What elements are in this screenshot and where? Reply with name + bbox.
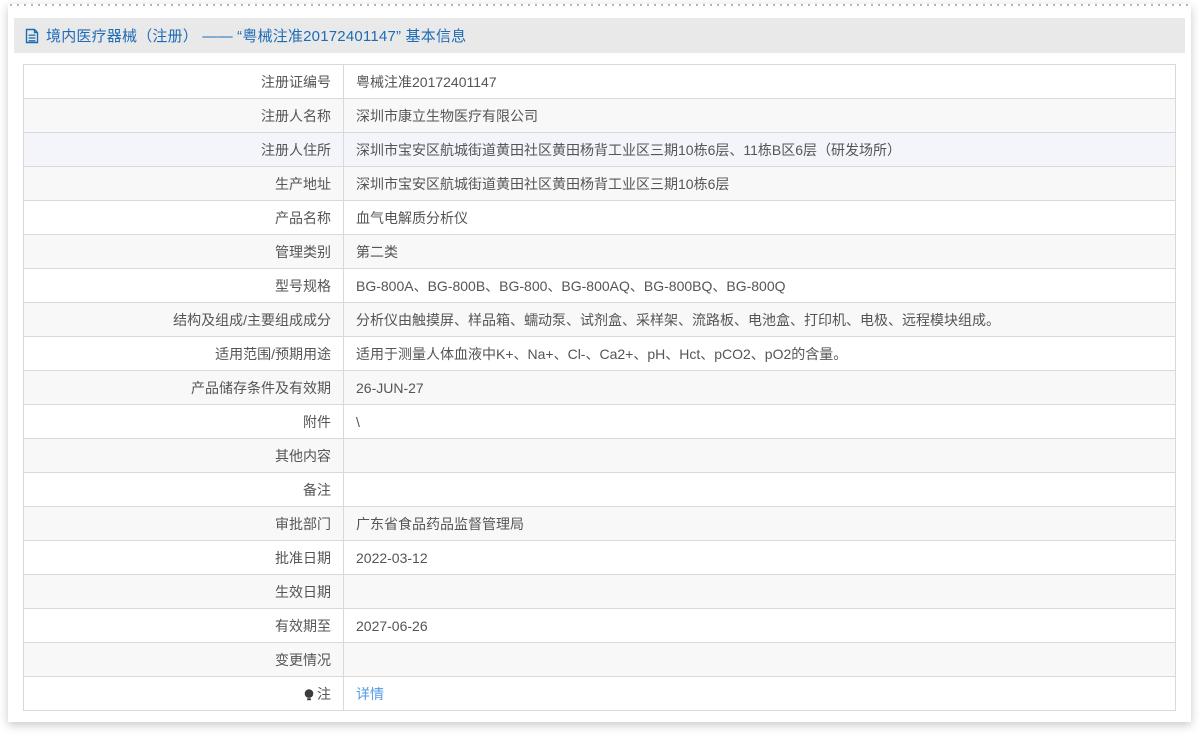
row-value: \: [344, 405, 1176, 439]
row-label: 有效期至: [24, 609, 344, 643]
row-value: [344, 473, 1176, 507]
table-row: 生效日期: [24, 575, 1176, 609]
dotted-top-border: [10, 4, 1189, 6]
row-label: 审批部门: [24, 507, 344, 541]
row-label: 批准日期: [24, 541, 344, 575]
table-row: 适用范围/预期用途 适用于测量人体血液中K+、Na+、Cl-、Ca2+、pH、H…: [24, 337, 1176, 371]
row-label: 附件: [24, 405, 344, 439]
row-label: 备注: [24, 473, 344, 507]
table-row: 产品储存条件及有效期 26-JUN-27: [24, 371, 1176, 405]
row-label: 其他内容: [24, 439, 344, 473]
table-row-note: 注 详情: [24, 677, 1176, 711]
row-value: 详情: [344, 677, 1176, 711]
table-row: 注册人名称 深圳市康立生物医疗有限公司: [24, 99, 1176, 133]
row-label: 型号规格: [24, 269, 344, 303]
row-label: 生产地址: [24, 167, 344, 201]
row-label: 结构及组成/主要组成成分: [24, 303, 344, 337]
row-label: 产品储存条件及有效期: [24, 371, 344, 405]
table-row: 备注: [24, 473, 1176, 507]
row-label: 变更情况: [24, 643, 344, 677]
row-value: [344, 575, 1176, 609]
row-value: 深圳市宝安区航城街道黄田社区黄田杨背工业区三期10栋6层、11栋B区6层（研发场…: [344, 133, 1176, 167]
table-row: 有效期至 2027-06-26: [24, 609, 1176, 643]
row-label: 注册人名称: [24, 99, 344, 133]
row-value: 广东省食品药品监督管理局: [344, 507, 1176, 541]
row-label: 生效日期: [24, 575, 344, 609]
row-value: [344, 643, 1176, 677]
table-row: 产品名称 血气电解质分析仪: [24, 201, 1176, 235]
row-value: 26-JUN-27: [344, 371, 1176, 405]
table-row: 附件 \: [24, 405, 1176, 439]
table-row: 变更情况: [24, 643, 1176, 677]
registration-info-table: 注册证编号 粤械注准20172401147 注册人名称 深圳市康立生物医疗有限公…: [23, 64, 1176, 711]
table-row: 生产地址 深圳市宝安区航城街道黄田社区黄田杨背工业区三期10栋6层: [24, 167, 1176, 201]
table-row: 结构及组成/主要组成成分 分析仪由触摸屏、样品箱、蠕动泵、试剂盒、采样架、流路板…: [24, 303, 1176, 337]
row-value: 分析仪由触摸屏、样品箱、蠕动泵、试剂盒、采样架、流路板、电池盒、打印机、电极、远…: [344, 303, 1176, 337]
row-label: 管理类别: [24, 235, 344, 269]
row-label: 注册人住所: [24, 133, 344, 167]
row-value: 深圳市宝安区航城街道黄田社区黄田杨背工业区三期10栋6层: [344, 167, 1176, 201]
header-bar: 境内医疗器械（注册） —— “粤械注准20172401147” 基本信息: [14, 18, 1185, 53]
table-row: 型号规格 BG-800A、BG-800B、BG-800、BG-800AQ、BG-…: [24, 269, 1176, 303]
row-value: 2022-03-12: [344, 541, 1176, 575]
details-link[interactable]: 详情: [356, 686, 384, 702]
row-value: 2027-06-26: [344, 609, 1176, 643]
table-row: 管理类别 第二类: [24, 235, 1176, 269]
table-row: 批准日期 2022-03-12: [24, 541, 1176, 575]
table-row: 注册人住所 深圳市宝安区航城街道黄田社区黄田杨背工业区三期10栋6层、11栋B区…: [24, 133, 1176, 167]
table-row: 注册证编号 粤械注准20172401147: [24, 65, 1176, 99]
row-value: 深圳市康立生物医疗有限公司: [344, 99, 1176, 133]
row-value: 粤械注准20172401147: [344, 65, 1176, 99]
table-row: 审批部门 广东省食品药品监督管理局: [24, 507, 1176, 541]
row-value: 适用于测量人体血液中K+、Na+、Cl-、Ca2+、pH、Hct、pCO2、pO…: [344, 337, 1176, 371]
row-label: 注册证编号: [24, 65, 344, 99]
row-value: [344, 439, 1176, 473]
row-value: 第二类: [344, 235, 1176, 269]
bulb-icon: [304, 688, 314, 704]
page-title: 境内医疗器械（注册） —— “粤械注准20172401147” 基本信息: [46, 25, 466, 46]
page-container: 境内医疗器械（注册） —— “粤械注准20172401147” 基本信息 注册证…: [8, 4, 1191, 722]
row-value: 血气电解质分析仪: [344, 201, 1176, 235]
row-value: BG-800A、BG-800B、BG-800、BG-800AQ、BG-800BQ…: [344, 269, 1176, 303]
row-label: 注: [24, 677, 344, 711]
table-row: 其他内容: [24, 439, 1176, 473]
document-icon: [25, 28, 39, 44]
row-label: 产品名称: [24, 201, 344, 235]
row-label: 适用范围/预期用途: [24, 337, 344, 371]
